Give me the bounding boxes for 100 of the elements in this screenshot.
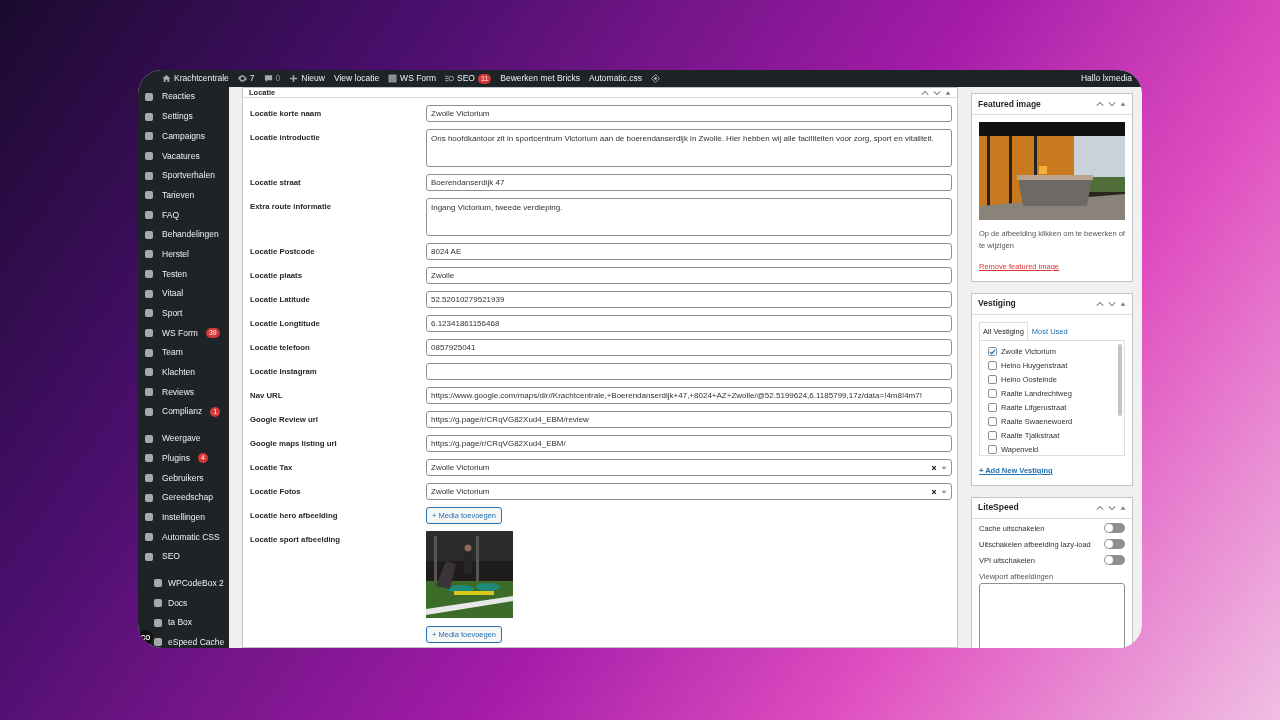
text-field[interactable] bbox=[426, 363, 952, 380]
sidebar-item[interactable]: Docs bbox=[153, 593, 229, 613]
plus-icon bbox=[289, 74, 299, 83]
menu-icon bbox=[144, 229, 154, 240]
menu-icon bbox=[144, 269, 154, 280]
sidebar-item[interactable]: SEO bbox=[138, 546, 229, 567]
menu-icon bbox=[144, 150, 154, 161]
sidebar-item[interactable]: Herstel bbox=[138, 244, 229, 265]
menu-icon bbox=[144, 347, 154, 358]
admin-bar-item[interactable]: 0 bbox=[263, 72, 281, 85]
sidebar-item[interactable]: Sport bbox=[138, 303, 229, 324]
text-field[interactable]: https://www.google.com/maps/dir//Krachtcentrale,+Boerendanserdijk+47,+8024+AZ+Zwolle/@52.5199624,6.1185799,17z/data=!4m8!4m7! bbox=[426, 387, 952, 404]
admin-bar-link[interactable]: Automatic.css bbox=[589, 72, 642, 85]
menu-icon bbox=[144, 512, 154, 523]
sidebar-item[interactable]: Tarieven bbox=[138, 185, 229, 206]
text-field[interactable]: Zwolle Victorium bbox=[426, 105, 952, 122]
checkbox[interactable] bbox=[988, 416, 997, 426]
menu-icon bbox=[144, 492, 154, 503]
panel-title: LiteSpeed bbox=[978, 501, 1019, 515]
admin-bar-link[interactable]: View locatie bbox=[333, 72, 380, 85]
text-field[interactable]: Zwolle bbox=[426, 267, 952, 284]
text-area[interactable]: Ons hoofdkantoor zit in sportcentrum Victorium aan de boerendanserdijk in Zwolle. Hier hebben wij alle faciliteiten voor zorg, sport en vitaliteit. bbox=[426, 129, 952, 167]
clear-icon bbox=[931, 488, 937, 495]
admin-bar-link[interactable]: Bewerken met Bricks bbox=[500, 72, 581, 85]
menu-icon bbox=[153, 617, 163, 628]
sidebar-item[interactable]: Gebruikers bbox=[138, 468, 229, 488]
sidebar-item[interactable]: Team bbox=[138, 342, 229, 363]
checkbox[interactable] bbox=[988, 375, 997, 384]
admin-bar-item[interactable]: Nieuw bbox=[289, 72, 325, 85]
text-field[interactable]: 6.12341861156468 bbox=[426, 315, 952, 332]
sidebar-item[interactable]: Reviews bbox=[138, 382, 229, 402]
menu-icon bbox=[144, 308, 154, 319]
triangle-icon bbox=[1120, 504, 1126, 511]
menu-icon bbox=[144, 131, 154, 142]
menu-icon bbox=[144, 190, 154, 201]
sidebar-item[interactable]: Vacatures bbox=[138, 146, 229, 166]
chevron-down-icon bbox=[933, 88, 941, 97]
panel-title: Featured image bbox=[978, 97, 1041, 111]
greeting-link[interactable]: Hallo lxmedia bbox=[1080, 72, 1132, 85]
checkbox[interactable] bbox=[988, 444, 997, 454]
text-field[interactable]: 8024 AE bbox=[426, 243, 952, 260]
sidebar-item[interactable]: Campaigns bbox=[138, 126, 229, 147]
sidebar-item[interactable]: Settings bbox=[138, 106, 229, 127]
sidebar-item[interactable]: Testen bbox=[138, 264, 229, 284]
menu-icon bbox=[144, 111, 154, 122]
sidebar-item[interactable]: WPCodeBox 2 bbox=[153, 573, 229, 594]
admin-bar-item[interactable]: Krachtcentrale bbox=[162, 72, 229, 85]
menu-icon bbox=[153, 598, 163, 609]
text-field[interactable]: 0857925041 bbox=[426, 339, 952, 356]
menu-icon bbox=[144, 406, 154, 417]
text-field[interactable]: 52.52010279521939 bbox=[426, 291, 952, 308]
sidebar-item[interactable]: eSpeed Cache bbox=[153, 632, 229, 648]
toggle-switch[interactable] bbox=[1104, 539, 1125, 550]
triangle-icon bbox=[1120, 101, 1126, 107]
menu-icon bbox=[144, 433, 154, 444]
chevron-up-icon bbox=[1096, 299, 1104, 308]
sidebar-item[interactable]: Klachten bbox=[138, 362, 229, 383]
sidebar-item[interactable]: ta Box bbox=[153, 612, 229, 633]
sidebar-item[interactable]: Automatic CSS bbox=[138, 527, 229, 547]
menu-icon bbox=[153, 578, 163, 589]
chevron-up-icon bbox=[921, 88, 929, 97]
text-area[interactable]: Ingang Victorium, tweede verdieping. bbox=[426, 198, 952, 236]
chevron-down-icon bbox=[1108, 100, 1116, 108]
house-icon bbox=[162, 74, 171, 83]
sidebar-item[interactable]: Sportverhalen bbox=[138, 165, 229, 186]
triangle-icon bbox=[945, 89, 951, 96]
menu-icon bbox=[144, 472, 154, 483]
checkbox[interactable] bbox=[988, 402, 997, 412]
checkbox[interactable] bbox=[988, 388, 997, 398]
lines-circle-icon bbox=[445, 74, 454, 83]
menu-icon bbox=[144, 328, 154, 339]
text-area[interactable] bbox=[979, 582, 1125, 648]
sidebar-item[interactable]: Reacties bbox=[138, 87, 229, 107]
menu-icon bbox=[144, 209, 154, 220]
menu-icon bbox=[144, 91, 154, 102]
sidebar-item[interactable]: Instellingen bbox=[138, 507, 229, 528]
text-field[interactable]: Boerendanserdijk 47 bbox=[426, 174, 952, 191]
select-field[interactable]: Zwolle Victorium bbox=[426, 459, 952, 476]
menu-icon bbox=[144, 551, 154, 562]
sidebar-item[interactable]: Vitaal bbox=[138, 283, 229, 304]
text-field[interactable]: https://g.page/r/CRqVG82Xud4_EBM/ bbox=[426, 435, 952, 452]
checkbox[interactable] bbox=[988, 347, 997, 357]
checkbox[interactable] bbox=[988, 361, 997, 371]
chevron-up-icon bbox=[1096, 100, 1104, 108]
admin-bar-item[interactable]: WS Form bbox=[388, 72, 436, 85]
caret-icon bbox=[941, 464, 947, 471]
comment-icon bbox=[263, 74, 273, 83]
select-field[interactable]: Zwolle Victorium bbox=[426, 483, 952, 500]
sidebar-item[interactable]: Gereedschap bbox=[138, 487, 229, 508]
text-field[interactable]: https://g.page/r/CRqVG82Xud4_EBM/review bbox=[426, 411, 952, 428]
sidebar-item[interactable]: Weergave bbox=[138, 428, 229, 449]
admin-bar-item[interactable]: 7 bbox=[237, 72, 255, 85]
triangle-icon bbox=[1120, 300, 1126, 307]
toggle-switch[interactable] bbox=[1104, 555, 1125, 566]
toggle-switch[interactable] bbox=[1104, 523, 1125, 534]
checkbox[interactable] bbox=[988, 430, 997, 440]
sidebar-item[interactable]: Behandelingen bbox=[138, 224, 229, 245]
sidebar-item[interactable]: FAQ bbox=[138, 205, 229, 225]
menu-icon bbox=[144, 249, 154, 260]
menu-icon bbox=[153, 637, 163, 648]
